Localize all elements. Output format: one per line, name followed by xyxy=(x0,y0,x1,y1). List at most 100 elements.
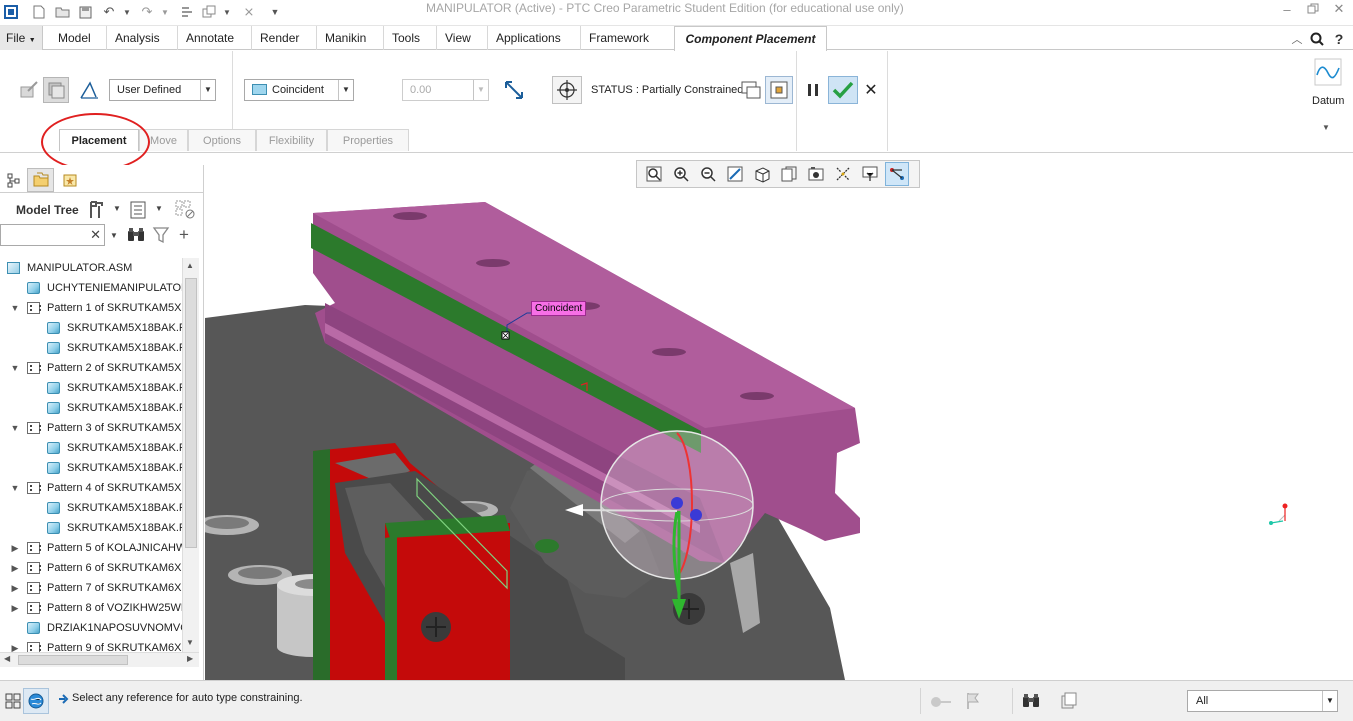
show-icon[interactable] xyxy=(130,201,148,219)
selection-filter-dropdown[interactable]: All ▼ xyxy=(1187,690,1338,712)
tree-filter-icon[interactable] xyxy=(175,200,197,220)
assembly-window-icon[interactable] xyxy=(765,76,793,104)
rigid-connection-icon[interactable] xyxy=(43,77,69,103)
refit-icon[interactable] xyxy=(642,162,666,186)
tree-item[interactable]: ▼ Pattern 3 of SKRUTKAM5X1 xyxy=(0,418,182,438)
undo-icon[interactable]: ↶ xyxy=(100,3,118,21)
tab-analysis[interactable]: Analysis xyxy=(106,26,168,50)
constraint-type-dropdown[interactable]: Coincident ▼ xyxy=(244,79,354,101)
coincident-constraint-label[interactable]: Coincident xyxy=(531,301,587,316)
tree-item[interactable]: SKRUTKAM5X18BAK.P xyxy=(0,518,182,538)
constraint-display-icon[interactable] xyxy=(885,162,909,186)
tab-framework[interactable]: Framework xyxy=(580,26,657,50)
perspective-view-icon[interactable] xyxy=(831,162,855,186)
tab-view[interactable]: View xyxy=(436,26,479,50)
expand-arrow-icon[interactable]: ▶ xyxy=(10,558,20,578)
constraint-set-dropdown[interactable]: User Defined ▼ xyxy=(109,79,216,101)
tree-item[interactable]: ▶ Pattern 8 of VOZIKHW25WF xyxy=(0,598,182,618)
tab-manikin[interactable]: Manikin xyxy=(316,26,374,50)
reference-icon[interactable] xyxy=(16,77,42,103)
slider-block-green-face[interactable] xyxy=(313,449,330,680)
expand-arrow-icon[interactable]: ▶ xyxy=(10,598,20,618)
tab-properties[interactable]: Properties xyxy=(327,129,409,151)
show-component-icon[interactable] xyxy=(552,76,582,104)
tree-search-field[interactable]: ✕ xyxy=(0,224,105,246)
tree-horizontal-scroll-thumb[interactable] xyxy=(18,655,128,665)
tree-item[interactable]: SKRUTKAM5X18BAK.P xyxy=(0,318,182,338)
filter-icon[interactable] xyxy=(152,226,172,244)
tab-tools[interactable]: Tools xyxy=(383,26,428,50)
tree-item[interactable]: ▼ Pattern 2 of SKRUTKAM5X1 xyxy=(0,358,182,378)
offset-input[interactable]: 0.00 ▼ xyxy=(402,79,489,101)
tree-search-input[interactable] xyxy=(1,225,89,245)
search-dropdown-icon[interactable]: ▼ xyxy=(110,231,118,240)
save-icon[interactable] xyxy=(76,3,94,21)
find-icon[interactable] xyxy=(1012,688,1044,714)
model-render[interactable] xyxy=(205,153,1353,680)
tab-annotate[interactable]: Annotate xyxy=(177,26,242,50)
tree-item[interactable]: ▶ Pattern 7 of SKRUTKAM6X2 xyxy=(0,578,182,598)
cancel-icon[interactable]: ✕ xyxy=(858,77,884,103)
datum-icon[interactable] xyxy=(1313,57,1343,87)
model-tree-tab-icon[interactable] xyxy=(0,168,27,192)
new-file-icon[interactable] xyxy=(30,3,48,21)
tree-item[interactable]: ▼ Pattern 4 of SKRUTKAM5X1 xyxy=(0,478,182,498)
dragger-handle[interactable] xyxy=(671,497,683,509)
separate-window-icon[interactable] xyxy=(738,77,764,103)
tab-applications[interactable]: Applications xyxy=(487,26,569,50)
minimize-icon[interactable]: ‒ xyxy=(1276,0,1298,18)
redo-icon[interactable]: ↷ xyxy=(138,3,156,21)
tree-item[interactable]: SKRUTKAM5X18BAK.P xyxy=(0,398,182,418)
tree-item[interactable]: MANIPULATOR.ASM xyxy=(0,258,182,278)
expand-arrow-icon[interactable]: ▶ xyxy=(10,578,20,598)
pause-icon[interactable] xyxy=(800,77,826,103)
tree-settings-dropdown-icon[interactable]: ▼ xyxy=(113,204,121,213)
regenerate-icon[interactable] xyxy=(178,3,196,21)
tab-render[interactable]: Render xyxy=(251,26,307,50)
tree-item[interactable]: ▶ Pattern 9 of SKRUTKAM6X1 xyxy=(0,638,182,653)
file-menu[interactable]: File ▼ xyxy=(0,26,43,50)
zoom-out-icon[interactable] xyxy=(696,162,720,186)
tree-settings-icon[interactable] xyxy=(88,200,106,220)
graphics-viewport[interactable]: Coincident xyxy=(205,153,1353,680)
favorites-tab-icon[interactable] xyxy=(56,168,83,192)
flip-constraint-icon[interactable] xyxy=(501,77,527,103)
open-folder-icon[interactable] xyxy=(53,3,71,21)
windows-dropdown-icon[interactable]: ▼ xyxy=(218,3,236,21)
datum-display-filters-icon[interactable] xyxy=(858,162,882,186)
datum-dropdown-icon[interactable]: ▼ xyxy=(1322,123,1330,132)
tree-item[interactable]: UCHYTENIEMANIPULATORA xyxy=(0,278,182,298)
tree-item[interactable]: ▼ Pattern 1 of SKRUTKAM5X1 xyxy=(0,298,182,318)
expand-arrow-icon[interactable]: ▶ xyxy=(10,638,20,653)
undo-dropdown-icon[interactable]: ▼ xyxy=(118,3,136,21)
apply-checkmark-icon[interactable] xyxy=(828,76,858,104)
collapse-ribbon-icon[interactable]: ︿ xyxy=(1288,30,1306,48)
scroll-down-icon[interactable]: ▼ xyxy=(186,638,194,647)
folder-browser-tab-icon[interactable] xyxy=(27,168,54,192)
translate-axis-x[interactable] xyxy=(576,509,678,512)
tree-vertical-scrollbar[interactable]: ▲ ▼ xyxy=(182,258,199,653)
saved-orientations-icon[interactable] xyxy=(777,162,801,186)
show-dropdown-icon[interactable]: ▼ xyxy=(155,204,163,213)
zoom-in-icon[interactable] xyxy=(669,162,693,186)
clear-search-icon[interactable]: ✕ xyxy=(90,227,101,243)
creo-app-icon[interactable] xyxy=(2,3,20,21)
tree-item[interactable]: SKRUTKAM5X18BAK.P xyxy=(0,438,182,458)
tab-component-placement[interactable]: Component Placement xyxy=(674,26,827,51)
tab-model[interactable]: Model xyxy=(50,26,99,50)
tree-item[interactable]: SKRUTKAM5X18BAK.P xyxy=(0,338,182,358)
dragger-handle[interactable] xyxy=(690,509,702,521)
customize-toolbar-icon[interactable]: ▼ xyxy=(266,3,284,21)
expand-arrow-icon[interactable]: ▶ xyxy=(10,538,20,558)
redo-dropdown-icon[interactable]: ▼ xyxy=(156,3,174,21)
view-manager-icon[interactable] xyxy=(804,162,828,186)
tree-vertical-scroll-thumb[interactable] xyxy=(185,278,197,548)
close-window-icon[interactable]: ⨯ xyxy=(240,3,258,21)
search-icon[interactable] xyxy=(1308,30,1326,48)
tree-item[interactable]: SKRUTKAM5X18BAK.P xyxy=(0,378,182,398)
tree-item[interactable]: DRZIAK1NAPOSUVNOMVO xyxy=(0,618,182,638)
datum-label[interactable]: Datum xyxy=(1312,95,1344,107)
repaint-icon[interactable] xyxy=(723,162,747,186)
tree-item[interactable]: SKRUTKAM5X18BAK.P xyxy=(0,498,182,518)
tree-item[interactable]: SKRUTKAM5X18BAK.P xyxy=(0,458,182,478)
